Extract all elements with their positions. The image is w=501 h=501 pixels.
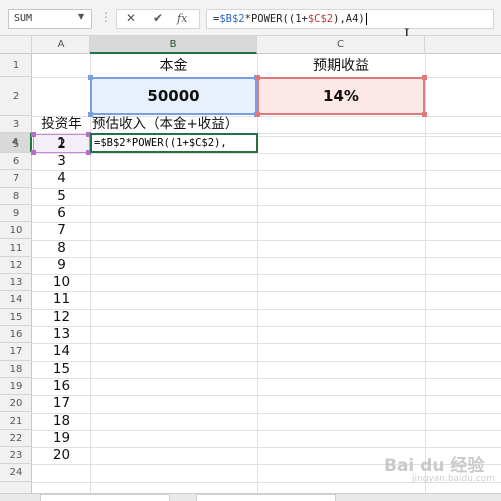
column-header-c[interactable]: C: [257, 36, 425, 54]
grid-line: [32, 256, 501, 258]
cell-a12[interactable]: 9: [33, 257, 90, 274]
row-header-18[interactable]: 18: [0, 361, 32, 378]
cell-a5[interactable]: 2: [33, 136, 90, 153]
column-header-a[interactable]: A: [33, 36, 90, 54]
row-header-9[interactable]: 9: [0, 205, 32, 223]
row-header-15[interactable]: 15: [0, 309, 32, 326]
range-handle[interactable]: [422, 112, 427, 117]
grid-line: [32, 429, 501, 431]
grid-line: [32, 343, 501, 345]
grid-line: [32, 170, 501, 172]
grid-line: [32, 222, 501, 224]
formula-buttons: ✕ ✔ fx: [116, 9, 200, 29]
cell-a18[interactable]: 15: [33, 361, 90, 378]
grid-line: [32, 239, 501, 241]
grid-line: [32, 326, 501, 327]
grid-line: [32, 412, 501, 414]
cell-b1[interactable]: 本金: [90, 54, 257, 77]
row-header-8[interactable]: 8: [0, 188, 32, 205]
row-header-13[interactable]: 13: [0, 274, 32, 292]
cell-b3[interactable]: 预估收入（本金+收益）: [92, 116, 292, 133]
row-header-17[interactable]: 17: [0, 343, 32, 361]
cell-a7[interactable]: 4: [33, 170, 90, 187]
grid-line: [32, 360, 501, 362]
sheet-tab[interactable]: [40, 494, 170, 501]
row-header-23[interactable]: 23: [0, 447, 32, 465]
row-header-5[interactable]: 5: [0, 136, 32, 153]
cell-a23[interactable]: 20: [33, 447, 90, 464]
cell-c1[interactable]: 预期收益: [257, 54, 425, 77]
formula-text-tail: ),A4): [333, 13, 365, 25]
row-header-6[interactable]: 6: [0, 153, 32, 171]
grid-line: [32, 395, 501, 397]
column-header-b[interactable]: B: [90, 36, 257, 54]
cell-a20[interactable]: 17: [33, 395, 90, 412]
grid-line: [32, 308, 501, 310]
row-header-7[interactable]: 7: [0, 170, 32, 188]
row-header-14[interactable]: 14: [0, 291, 32, 309]
row-header-21[interactable]: 21: [0, 413, 32, 430]
grid-line: [32, 153, 501, 154]
range-handle[interactable]: [422, 75, 427, 80]
row-header-22[interactable]: 22: [0, 430, 32, 448]
sheet-tab[interactable]: [196, 494, 336, 501]
cell-a14[interactable]: 11: [33, 291, 90, 308]
formula-ref-c2: $C$2: [307, 13, 334, 25]
select-all-corner[interactable]: [0, 36, 32, 54]
range-handle[interactable]: [88, 75, 93, 80]
row-header-11[interactable]: 11: [0, 240, 32, 257]
cell-b2[interactable]: 50000: [90, 77, 257, 115]
enter-icon[interactable]: ✔: [153, 11, 163, 25]
formula-ref-b2: $B$2: [219, 13, 245, 25]
row-header-3[interactable]: 3: [0, 116, 32, 133]
grid-line: [32, 204, 501, 206]
cell-a8[interactable]: 5: [33, 188, 90, 205]
grid-line: [32, 447, 501, 449]
row-header-19[interactable]: 19: [0, 378, 32, 396]
grid-line: [32, 291, 501, 293]
cell-a17[interactable]: 14: [33, 343, 90, 360]
text-caret: ​: [365, 13, 367, 25]
cell-a13[interactable]: 10: [33, 274, 90, 291]
cell-c2[interactable]: 14%: [257, 77, 425, 115]
row-header-2[interactable]: 2: [0, 77, 32, 116]
row-header-10[interactable]: 10: [0, 222, 32, 240]
formula-text-power: *POWER((1+: [244, 13, 308, 25]
grid-line: [32, 274, 501, 276]
grid-line: [32, 187, 501, 189]
watermark-url: jingyan.baidu.com: [412, 474, 496, 484]
cell-a16[interactable]: 13: [33, 326, 90, 343]
cell-a6[interactable]: 3: [33, 153, 90, 170]
row-header-1[interactable]: 1: [0, 54, 32, 77]
insert-function-icon[interactable]: fx: [177, 12, 187, 25]
watermark-logo: Bai du 经验: [384, 456, 485, 476]
formula-input[interactable]: =$B$2*POWER((1+$C$2),A4)​: [206, 9, 494, 29]
cell-a21[interactable]: 18: [33, 413, 90, 430]
cancel-icon[interactable]: ✕: [126, 11, 136, 25]
row-header-24[interactable]: 24: [0, 464, 32, 482]
cell-a9[interactable]: 6: [33, 205, 90, 222]
column-header-d[interactable]: [425, 36, 501, 54]
cell-a3[interactable]: 投资年: [33, 116, 90, 133]
row-header-16[interactable]: 16: [0, 326, 32, 344]
cell-a22[interactable]: 19: [33, 430, 90, 447]
cell-a10[interactable]: 7: [33, 222, 90, 239]
range-handle[interactable]: [255, 75, 260, 80]
row-header-20[interactable]: 20: [0, 395, 32, 413]
cell-b4-editing[interactable]: =$B$2*POWER((1+$C$2),: [90, 133, 258, 153]
cell-a15[interactable]: 12: [33, 309, 90, 326]
row-header-12[interactable]: 12: [0, 257, 32, 275]
cell-a11[interactable]: 8: [33, 240, 90, 257]
drag-dots-icon[interactable]: ⋮: [100, 10, 112, 24]
name-box-value: SUM: [14, 13, 33, 24]
chevron-down-icon[interactable]: ▼: [78, 12, 84, 21]
cell-a19[interactable]: 16: [33, 378, 90, 395]
grid-line: [32, 377, 501, 379]
